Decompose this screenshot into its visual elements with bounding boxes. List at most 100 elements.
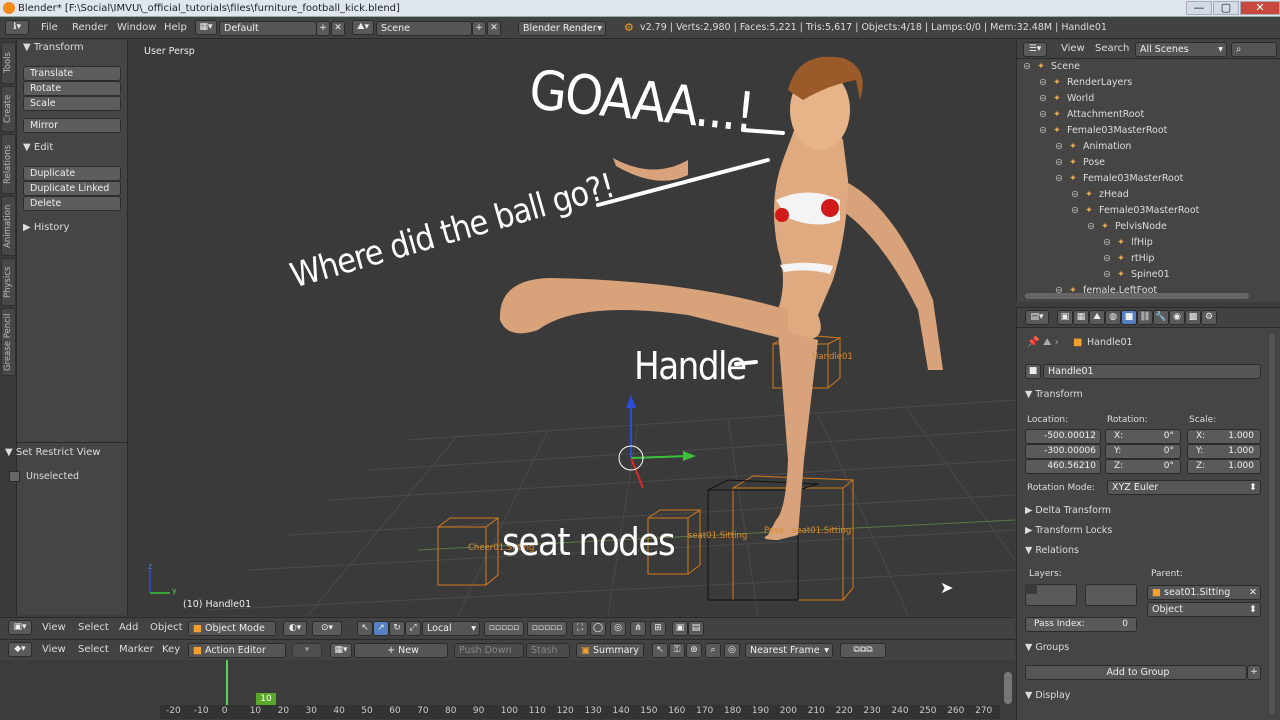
tab-tools[interactable]: Tools: [1, 42, 16, 84]
scene-tab-icon[interactable]: ⛰: [1089, 310, 1105, 325]
add-scene-icon[interactable]: +: [472, 21, 486, 36]
expand-toggle-icon[interactable]: ⊖: [1071, 187, 1081, 203]
location-z-field[interactable]: 460.56210: [1025, 459, 1101, 474]
editor-type-3d-icon[interactable]: ▣▾: [8, 620, 32, 635]
outliner-item[interactable]: ⊖ ✦ Pose: [1017, 155, 1280, 171]
menu-select[interactable]: Select: [78, 621, 109, 635]
3d-viewport[interactable]: User Persp z y Handle01 Cheer01.Sitting …: [128, 40, 1015, 615]
translate-manipulator-icon[interactable]: ↗: [373, 621, 389, 636]
rotate-button[interactable]: Rotate: [23, 81, 121, 96]
expand-toggle-icon[interactable]: ⊖: [1039, 91, 1049, 107]
world-tab-icon[interactable]: ◍: [1105, 310, 1121, 325]
render-layers-tab-icon[interactable]: ▦: [1073, 310, 1089, 325]
duplicate-button[interactable]: Duplicate: [23, 166, 121, 181]
layers-grid-b[interactable]: ▫▫▫▫▫: [527, 621, 567, 636]
action-browse-icon[interactable]: ▾: [292, 643, 322, 658]
duplicate-linked-button[interactable]: Duplicate Linked: [23, 181, 121, 196]
dopesheet-timeline[interactable]: 10 -20 -10 0 10 20 30 40 50 60 70 80 90 100 110 120 130…: [0, 660, 1015, 720]
expand-toggle-icon[interactable]: ⊖: [1103, 235, 1113, 251]
render-engine-dropdown[interactable]: Blender Render ▾: [518, 21, 606, 36]
tab-animation[interactable]: Animation: [1, 196, 16, 256]
outliner-item[interactable]: ⊖ ✦ RenderLayers: [1017, 75, 1280, 91]
action-slot-icon[interactable]: ▦▾: [330, 643, 352, 658]
unselected-checkbox[interactable]: [9, 471, 20, 482]
rotation-mode-dropdown[interactable]: XYZ Euler ⬍: [1107, 480, 1261, 495]
properties-scrollbar[interactable]: [1269, 334, 1275, 714]
outliner-item[interactable]: ⊖ ✦ Female03MasterRoot: [1017, 203, 1280, 219]
delete-button[interactable]: Delete: [23, 196, 121, 211]
scale-x-field[interactable]: X: 1.000: [1187, 429, 1261, 444]
render-tab-icon[interactable]: ▣: [1057, 310, 1073, 325]
outliner-search-input[interactable]: ⌕: [1231, 42, 1277, 57]
screen-layout-field[interactable]: Default: [219, 21, 317, 36]
parent-field[interactable]: ■ seat01.Sitting ✕: [1147, 585, 1261, 600]
scale-manipulator-icon[interactable]: ⤢: [405, 621, 421, 636]
vertical-scrollbar[interactable]: [1004, 672, 1012, 704]
transform-panel-header[interactable]: ▼ Transform: [23, 42, 84, 53]
delta-transform-header[interactable]: ▶ Delta Transform: [1025, 505, 1111, 516]
outliner-filter-dropdown[interactable]: All Scenes ▾: [1135, 42, 1227, 57]
filter-icon[interactable]: ◎: [724, 643, 740, 658]
outliner-item[interactable]: ⊖ ✦ rtHip: [1017, 251, 1280, 267]
only-errors-icon[interactable]: ⊛: [686, 643, 702, 658]
editor-type-outliner-icon[interactable]: ☰▾: [1023, 42, 1047, 57]
outliner-item[interactable]: ⊖ ✦ Spine01: [1017, 267, 1280, 283]
transform-locks-header[interactable]: ▶ Transform Locks: [1025, 525, 1112, 536]
render-only-icon[interactable]: ◯: [590, 621, 606, 636]
outliner-menu-view[interactable]: View: [1061, 42, 1085, 56]
menu-marker[interactable]: Marker: [119, 643, 154, 657]
rotation-y-field[interactable]: Y: 0°: [1105, 444, 1181, 459]
only-selected-icon[interactable]: ↖: [652, 643, 668, 658]
expand-toggle-icon[interactable]: ⊖: [1071, 203, 1081, 219]
menu-window[interactable]: Window: [117, 21, 156, 35]
expand-toggle-icon[interactable]: ⊖: [1055, 155, 1065, 171]
constraints-tab-icon[interactable]: ⛓: [1137, 310, 1153, 325]
active-layer-cell[interactable]: [1025, 584, 1037, 594]
mirror-button[interactable]: Mirror: [23, 118, 121, 133]
lock-layers-icon[interactable]: ⛶: [572, 621, 588, 636]
clear-parent-icon[interactable]: ✕: [1249, 586, 1257, 599]
pass-index-field[interactable]: Pass Index: 0: [1025, 617, 1137, 632]
outliner-item[interactable]: ⊖ ✦ AttachmentRoot: [1017, 107, 1280, 123]
tab-relations[interactable]: Relations: [1, 134, 16, 194]
relations-header[interactable]: ▼ Relations: [1025, 545, 1079, 556]
outliner-item[interactable]: ⊖ ✦ Female03MasterRoot: [1017, 123, 1280, 139]
outliner-item[interactable]: ⊖ ✦ Female03MasterRoot: [1017, 171, 1280, 187]
scale-z-field[interactable]: Z: 1.000: [1187, 459, 1261, 474]
expand-toggle-icon[interactable]: ⊖: [1039, 123, 1049, 139]
scene-field[interactable]: Scene: [376, 21, 472, 36]
expand-toggle-icon[interactable]: ⊖: [1023, 59, 1033, 75]
translate-button[interactable]: Translate: [23, 66, 121, 81]
expand-toggle-icon[interactable]: ⊖: [1103, 267, 1113, 283]
manipulator-toggle-icon[interactable]: ↖: [357, 621, 373, 636]
edit-panel-header[interactable]: ▼ Edit: [23, 142, 53, 153]
maximize-button[interactable]: ▢: [1213, 1, 1239, 15]
scale-y-field[interactable]: Y: 1.000: [1187, 444, 1261, 459]
menu-view[interactable]: View: [42, 643, 66, 657]
expand-toggle-icon[interactable]: ⊖: [1039, 75, 1049, 91]
snap-icon[interactable]: ⋔: [630, 621, 646, 636]
material-tab-icon[interactable]: ◉: [1169, 310, 1185, 325]
outliner-item[interactable]: ⊖ ✦ zHead: [1017, 187, 1280, 203]
outliner-horizontal-scrollbar[interactable]: [1025, 293, 1249, 299]
menu-help[interactable]: Help: [164, 21, 187, 35]
rotation-z-field[interactable]: Z: 0°: [1105, 459, 1181, 474]
location-x-field[interactable]: -500.00012: [1025, 429, 1101, 444]
menu-key[interactable]: Key: [162, 643, 180, 657]
expand-toggle-icon[interactable]: ⊖: [1087, 219, 1097, 235]
layers-grid-a[interactable]: ▫▫▫▫▫: [484, 621, 524, 636]
menu-file[interactable]: File: [41, 21, 58, 35]
parent-type-dropdown[interactable]: Object ⬍: [1147, 602, 1261, 617]
editor-type-dopesheet-icon[interactable]: ◆▾: [8, 642, 32, 657]
rotate-manipulator-icon[interactable]: ↻: [389, 621, 405, 636]
outliner-item[interactable]: ⊖ ✦ female.LeftFoot: [1017, 283, 1280, 293]
menu-object[interactable]: Object: [150, 621, 183, 635]
outliner-item[interactable]: ⊖ ✦ PelvisNode: [1017, 219, 1280, 235]
search-icon[interactable]: ⌕: [705, 643, 721, 658]
dopesheet-mode-dropdown[interactable]: ■ Action Editor: [188, 643, 286, 658]
outliner-item[interactable]: ⊖ ✦ World: [1017, 91, 1280, 107]
history-panel-header[interactable]: ▶ History: [23, 222, 69, 233]
add-layout-icon[interactable]: +: [316, 21, 330, 36]
screen-layout-icon[interactable]: ▦▾: [195, 20, 217, 35]
object-name-input[interactable]: Handle01: [1043, 364, 1261, 379]
